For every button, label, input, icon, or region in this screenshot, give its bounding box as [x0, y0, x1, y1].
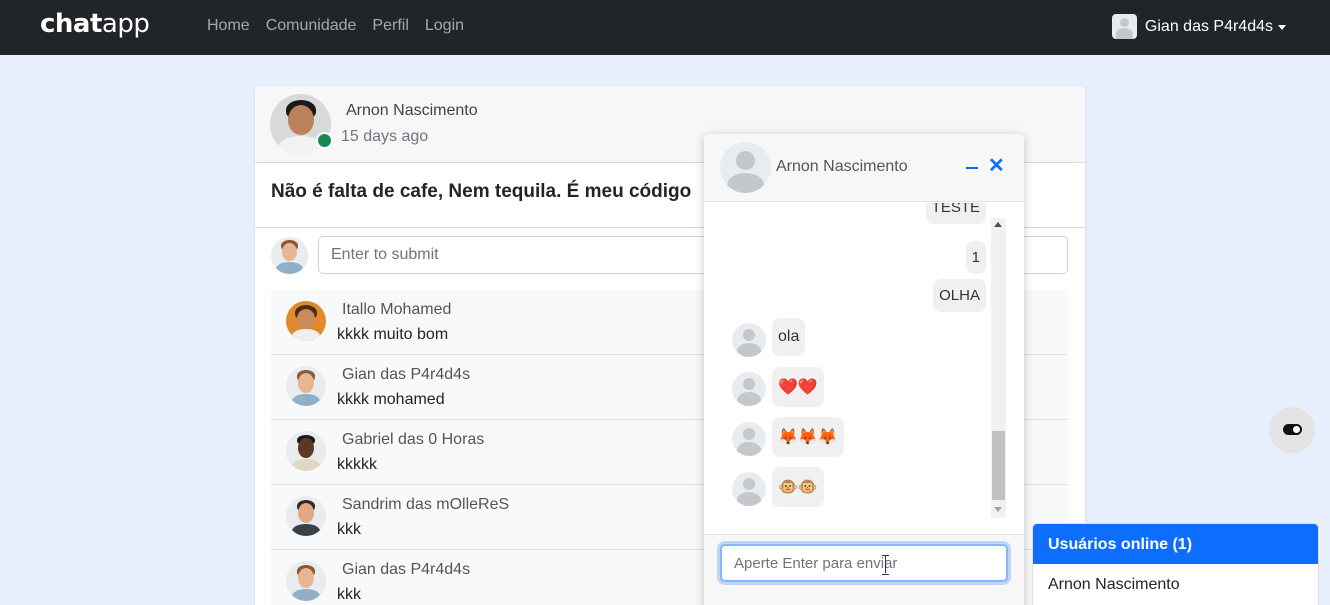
comment-text: kkk [337, 586, 361, 603]
chat-title: Arnon Nascimento [776, 158, 908, 175]
avatar [732, 372, 766, 406]
comment-text: kkkkk [337, 456, 377, 473]
nav-link-comunidade[interactable]: Comunidade [266, 17, 357, 35]
avatar [271, 237, 308, 274]
chat-message-input[interactable] [720, 544, 1008, 582]
message-outgoing: TESTE [925, 203, 986, 224]
message-bubble: ❤️❤️ [772, 367, 824, 407]
avatar [732, 472, 766, 506]
user-menu-dropdown[interactable]: Gian das P4r4d4s [1111, 14, 1286, 39]
text-cursor-icon [881, 555, 890, 575]
avatar [286, 431, 326, 471]
caret-down-icon [1278, 25, 1286, 30]
chat-messages: TESTE 1 OLHA ola ❤️❤️ 🦊🦊🦊 🐵🐵 [704, 203, 1024, 533]
nav-link-login[interactable]: Login [425, 17, 464, 35]
nav-links: Home Comunidade Perfil Login [207, 17, 464, 35]
scroll-down-arrow-icon[interactable] [994, 507, 1002, 512]
message-bubble: ola [772, 318, 806, 356]
comment-author[interactable]: Gabriel das 0 Horas [342, 431, 484, 449]
chat-window: Arnon Nascimento ✕ TESTE 1 OLHA ola ❤️❤️ [704, 134, 1024, 605]
message-outgoing: 1 [965, 241, 986, 274]
avatar [286, 561, 326, 601]
message-bubble: 🦊🦊🦊 [772, 417, 844, 457]
avatar [1111, 14, 1137, 39]
nav-link-home[interactable]: Home [207, 17, 250, 35]
online-users-panel: Usuários online (1) Arnon Nascimento [1032, 523, 1319, 605]
toggle-knob [1293, 426, 1300, 433]
avatar [732, 323, 766, 357]
online-status-dot [316, 132, 333, 149]
brand-logo[interactable]: chatapp [40, 9, 150, 39]
avatar [732, 422, 766, 456]
online-users-header[interactable]: Usuários online (1) [1033, 524, 1318, 564]
avatar [286, 301, 326, 341]
navbar: chatapp Home Comunidade Perfil Login Gia… [0, 0, 1330, 55]
avatar [720, 142, 771, 193]
comment-text: kkk [337, 521, 361, 538]
comment-author[interactable]: Gian das P4r4d4s [342, 366, 470, 384]
chat-footer [704, 534, 1024, 605]
close-icon[interactable]: ✕ [988, 156, 1005, 176]
chat-header: Arnon Nascimento ✕ [704, 134, 1024, 202]
comment-text: kkkk mohamed [337, 391, 445, 408]
message-outgoing: OLHA [933, 279, 986, 312]
scroll-up-arrow-icon[interactable] [994, 222, 1002, 227]
post-timestamp: 15 days ago [341, 128, 429, 145]
comment-author[interactable]: Itallo Mohamed [342, 301, 451, 319]
comment-author[interactable]: Sandrim das mOlleReS [342, 496, 509, 514]
user-name: Gian das P4r4d4s [1144, 17, 1273, 35]
post-text: Não é falta de cafe, Nem tequila. É meu … [271, 181, 692, 202]
post-author[interactable]: Arnon Nascimento [346, 102, 478, 120]
message-bubble: 🐵🐵 [772, 467, 824, 507]
minimize-icon[interactable] [964, 156, 980, 176]
scrollbar-thumb[interactable] [992, 431, 1005, 500]
theme-toggle-button[interactable] [1269, 407, 1315, 453]
avatar [286, 366, 326, 406]
avatar [286, 496, 326, 536]
comment-author[interactable]: Gian das P4r4d4s [342, 561, 470, 579]
online-user-item[interactable]: Arnon Nascimento [1048, 576, 1180, 594]
nav-link-perfil[interactable]: Perfil [372, 17, 408, 35]
comment-text: kkkk muito bom [337, 326, 449, 343]
